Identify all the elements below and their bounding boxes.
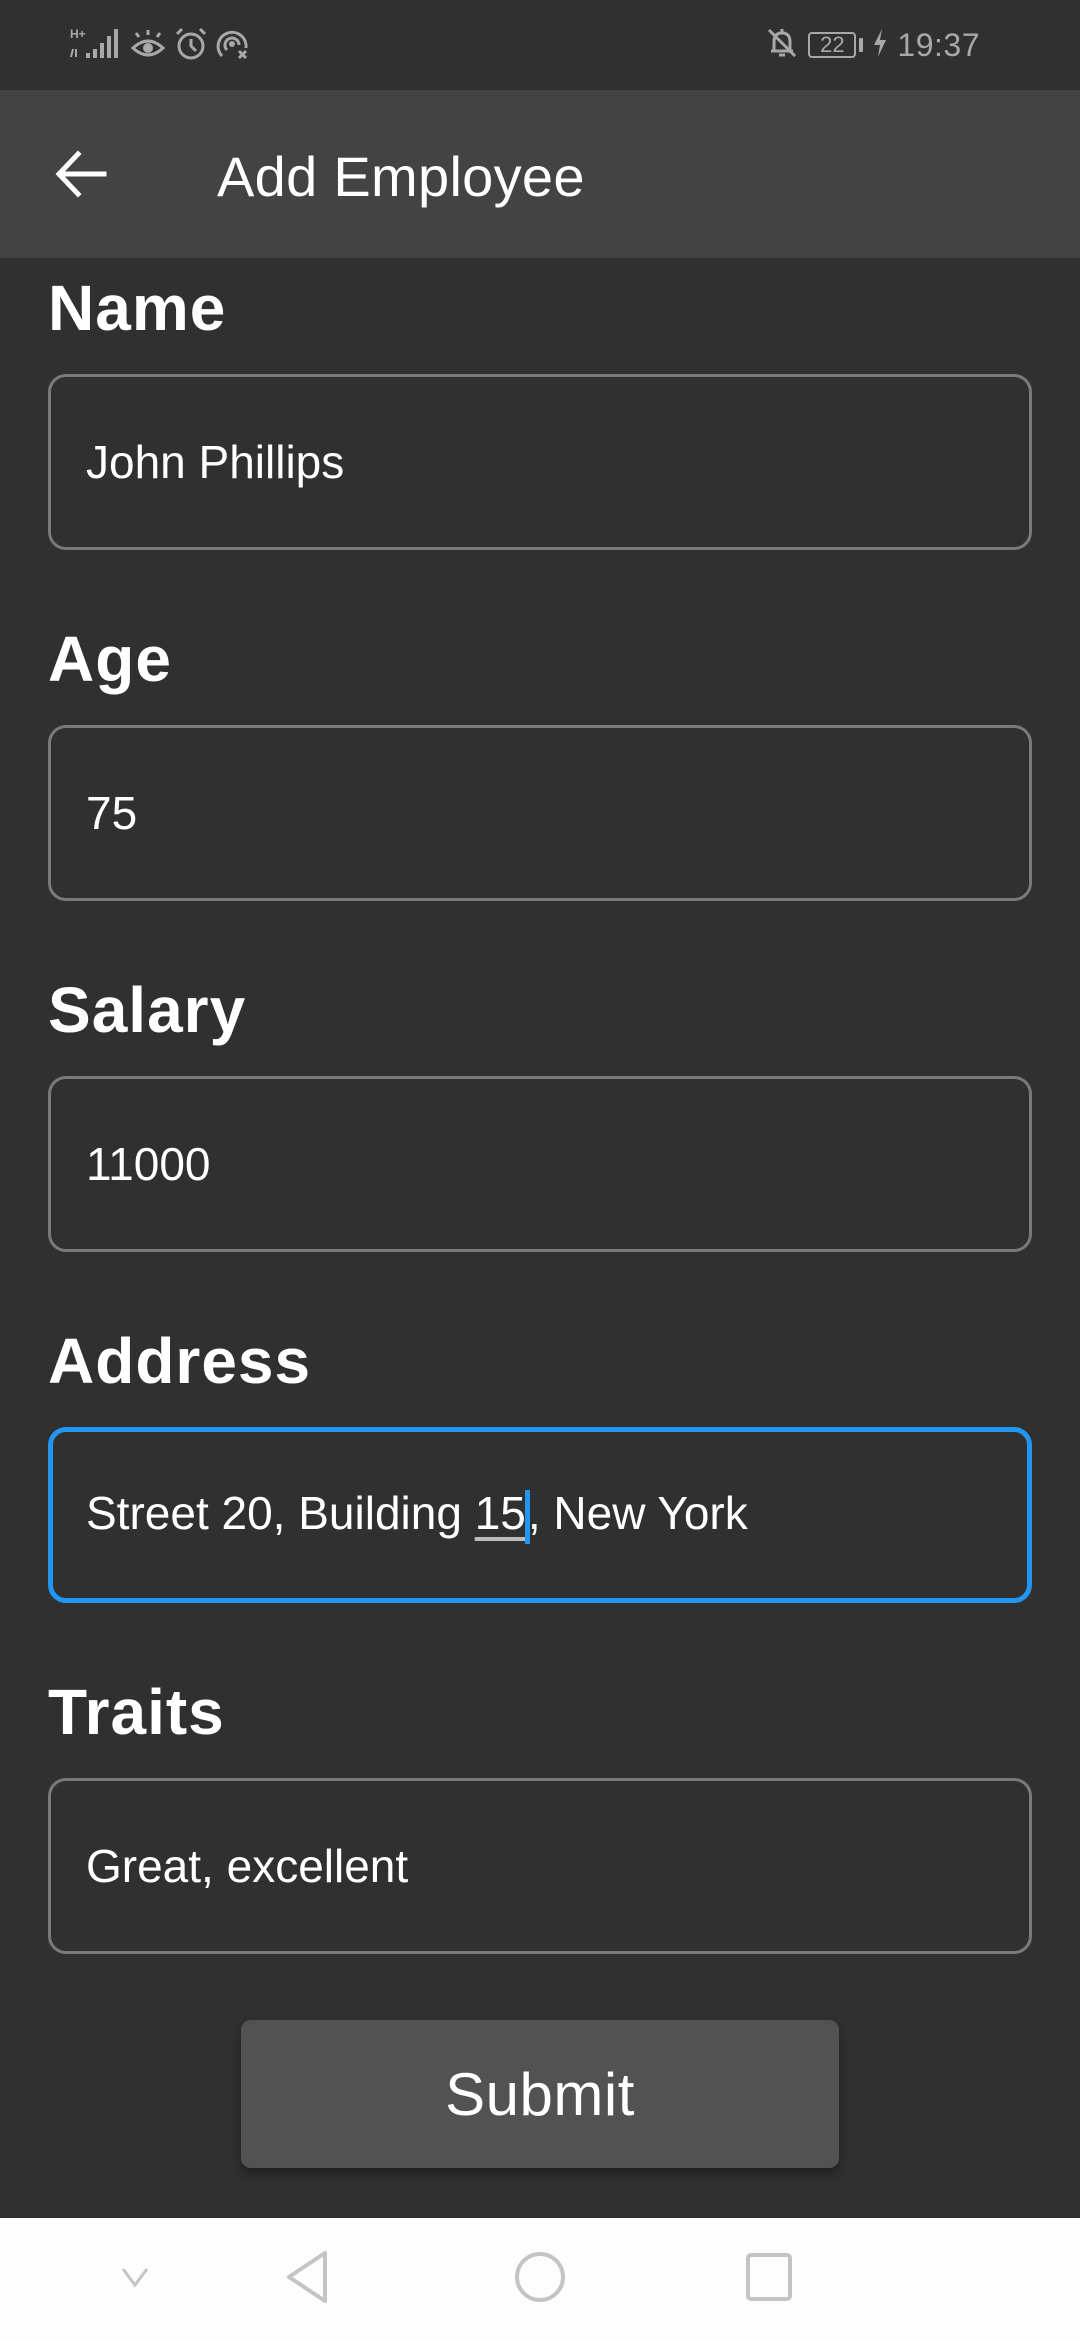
status-time: 19:37 [897,26,980,63]
name-label: Name [48,272,227,344]
address-field[interactable]: Street 20, Building 15, New York [48,1427,1032,1603]
address-value: Street 20, Building 15, New York [86,1486,748,1544]
network-type-label: H+ [70,27,86,41]
address-group: Address Street 20, Building 15, New York [48,1321,1032,1603]
circle-home-icon [513,2250,567,2309]
traits-value: Great, excellent [86,1840,409,1892]
charging-icon [873,28,887,62]
status-icons-left: H+ [70,26,250,66]
signal-icon: H+ [70,27,122,66]
battery-tip [859,38,864,52]
triangle-back-icon [285,2250,329,2309]
name-value: John Phillips [86,436,345,488]
age-field[interactable]: 75 [48,725,1032,901]
nav-back-button[interactable] [262,2234,352,2324]
alarm-icon [174,27,208,65]
status-icons-right: 22 19:37 [766,22,980,68]
arrow-left-icon [54,149,110,204]
submit-button[interactable]: Submit [241,2020,839,2168]
salary-value: 11000 [86,1138,211,1190]
name-field[interactable]: John Phillips [48,374,1032,550]
salary-field[interactable]: 11000 [48,1076,1032,1252]
traits-field[interactable]: Great, excellent [48,1778,1032,1954]
battery-icon: 22 [808,32,864,58]
eye-comfort-icon [130,28,166,65]
chevron-down-icon [120,2265,150,2294]
age-value: 75 [86,787,138,839]
notifications-muted-icon [766,27,798,64]
salary-label: Salary [48,974,247,1046]
address-text-after: , New York [527,1487,748,1540]
nav-home-button[interactable] [495,2234,585,2324]
hide-keyboard-button[interactable] [90,2234,180,2324]
status-bar: H+ 22 19:37 [0,0,1080,90]
address-composing-text: 15 [474,1487,526,1540]
name-group: Name John Phillips [48,268,1032,550]
traits-label: Traits [48,1676,225,1748]
back-button[interactable] [40,134,124,218]
salary-group: Salary 11000 [48,970,1032,1252]
hotspot-off-icon [216,28,250,65]
app-bar: Add Employee [0,90,1080,258]
battery-level: 22 [808,32,857,58]
nav-recents-button[interactable] [724,2234,814,2324]
age-label: Age [48,623,172,695]
submit-label: Submit [445,2060,635,2128]
address-label: Address [48,1325,312,1397]
page-title: Add Employee [217,145,585,208]
square-recents-icon [745,2252,793,2307]
traits-group: Traits Great, excellent [48,1672,1032,1954]
address-text-before: Street 20, Building [86,1487,475,1540]
system-nav-bar [0,2218,1080,2340]
age-group: Age 75 [48,619,1032,901]
